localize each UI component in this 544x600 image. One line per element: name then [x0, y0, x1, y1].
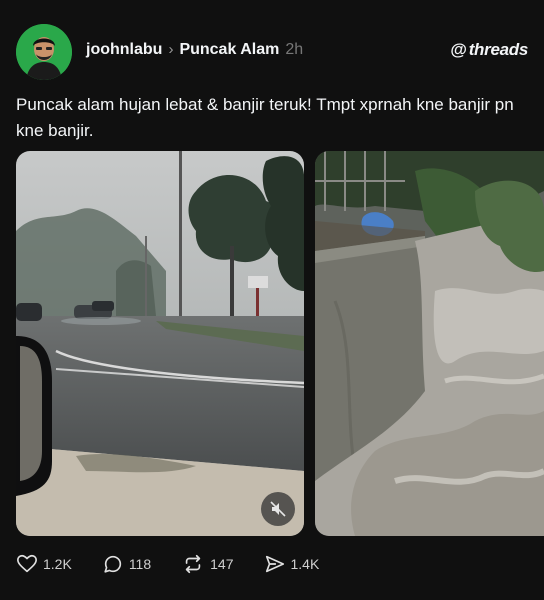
community-link[interactable]: Puncak Alam: [179, 41, 279, 58]
post-image-rainy-road[interactable]: [16, 151, 304, 536]
username-link[interactable]: joohnlabu: [86, 41, 162, 58]
mute-icon: [270, 501, 286, 517]
like-count: 1.2K: [43, 556, 72, 572]
post-time: 2h: [285, 41, 304, 58]
post-header: joohnlabu › Puncak Alam 2h @ threads: [16, 24, 528, 80]
share-icon: [265, 555, 284, 573]
share-count: 1.4K: [290, 556, 320, 572]
repost-count: 147: [210, 556, 234, 572]
avatar[interactable]: [16, 24, 72, 80]
comment-icon: [104, 555, 121, 573]
like-button[interactable]: 1.2K: [16, 553, 72, 575]
post-text: Puncak alam hujan lebat & banjir teruk! …: [16, 95, 514, 140]
mute-button[interactable]: [261, 492, 295, 526]
threads-logo-icon: @: [450, 40, 467, 59]
threads-wordmark: threads: [468, 40, 529, 59]
repost-icon: [185, 554, 201, 574]
post-image-flood[interactable]: [315, 151, 544, 536]
repost-button[interactable]: 147: [181, 553, 234, 575]
post-meta: joohnlabu › Puncak Alam 2h: [86, 41, 303, 59]
share-button[interactable]: 1.4K: [264, 553, 320, 575]
threads-logo[interactable]: @ threads: [450, 40, 528, 60]
reply-count: 118: [128, 556, 152, 572]
chevron-right-icon: ›: [168, 41, 174, 58]
post-actions: 1.2K 118 147 1.4K: [16, 553, 349, 575]
heart-icon: [17, 554, 37, 573]
reply-button[interactable]: 118: [102, 553, 151, 575]
